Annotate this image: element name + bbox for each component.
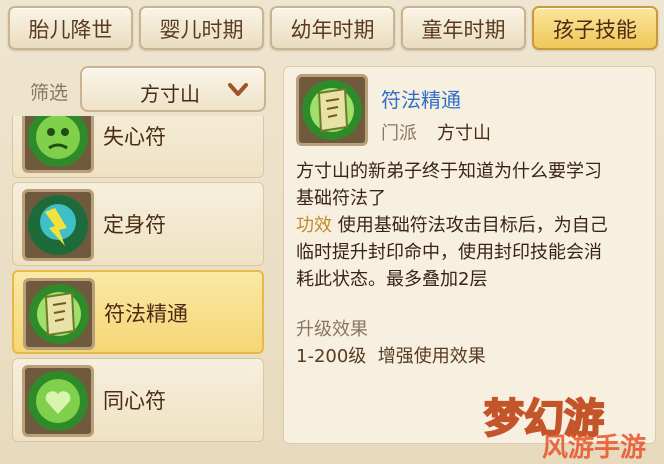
description-line: 方寸山的新弟子终于知道为什么要学习 bbox=[296, 161, 602, 182]
tab-fetal[interactable]: 胎儿降世 bbox=[8, 6, 133, 50]
effect-line: 使用基础符法攻击目标后，为自己 bbox=[337, 215, 608, 236]
upgrade-range: 1-200级 bbox=[296, 346, 367, 367]
scroll-talisman-icon bbox=[296, 74, 368, 146]
effect-line: 耗此状态。最多叠加2层 bbox=[296, 269, 488, 290]
upgrade-label: 升级效果 bbox=[296, 319, 368, 340]
tab-toddler[interactable]: 幼年时期 bbox=[270, 6, 395, 50]
dropdown-value: 方寸山 bbox=[140, 82, 200, 106]
list-item[interactable]: 符法精通 bbox=[12, 270, 264, 354]
talisman-face-icon bbox=[22, 116, 94, 173]
skill-name: 同心符 bbox=[103, 389, 166, 413]
skill-description: 方寸山的新弟子终于知道为什么要学习 基础符法了 bbox=[296, 158, 648, 212]
skill-name: 符法精通 bbox=[104, 302, 188, 326]
upgrade-text: 增强使用效果 bbox=[377, 346, 486, 367]
school-filter-dropdown[interactable]: 方寸山 bbox=[80, 66, 266, 112]
effect-line: 临时提升封印命中，使用封印技能会消 bbox=[296, 242, 602, 263]
tab-child-skills[interactable]: 孩子技能 bbox=[532, 6, 658, 50]
skill-list[interactable]: 失心符 定身符 符法精通 同心符 bbox=[10, 116, 268, 444]
tab-infant[interactable]: 婴儿时期 bbox=[139, 6, 264, 50]
lightning-figure-icon bbox=[22, 189, 94, 261]
list-item[interactable]: 定身符 bbox=[12, 182, 264, 266]
school-value: 方寸山 bbox=[437, 123, 491, 144]
skill-name: 定身符 bbox=[103, 213, 166, 237]
watermark-sub: 风游手游 bbox=[542, 433, 646, 460]
scroll-talisman-icon bbox=[23, 278, 95, 350]
tab-childhood[interactable]: 童年时期 bbox=[401, 6, 526, 50]
skill-effect: 功效 使用基础符法攻击目标后，为自己 临时提升封印命中，使用封印技能会消 耗此状… bbox=[296, 212, 648, 293]
effect-label: 功效 bbox=[296, 215, 332, 236]
upgrade-section: 升级效果 1-200级 增强使用效果 bbox=[296, 316, 648, 370]
description-line: 基础符法了 bbox=[296, 188, 386, 209]
skill-name: 失心符 bbox=[103, 125, 166, 149]
skill-title: 符法精通 bbox=[381, 88, 461, 112]
heart-figure-icon bbox=[22, 365, 94, 437]
list-item[interactable]: 同心符 bbox=[12, 358, 264, 442]
site-watermark-logo: 梦幻游 风游手游 bbox=[483, 395, 646, 460]
list-item[interactable]: 失心符 bbox=[12, 116, 264, 178]
chevron-down-icon bbox=[228, 83, 248, 96]
filter-label: 筛选 bbox=[30, 82, 69, 104]
school-label: 门派 bbox=[381, 123, 417, 144]
